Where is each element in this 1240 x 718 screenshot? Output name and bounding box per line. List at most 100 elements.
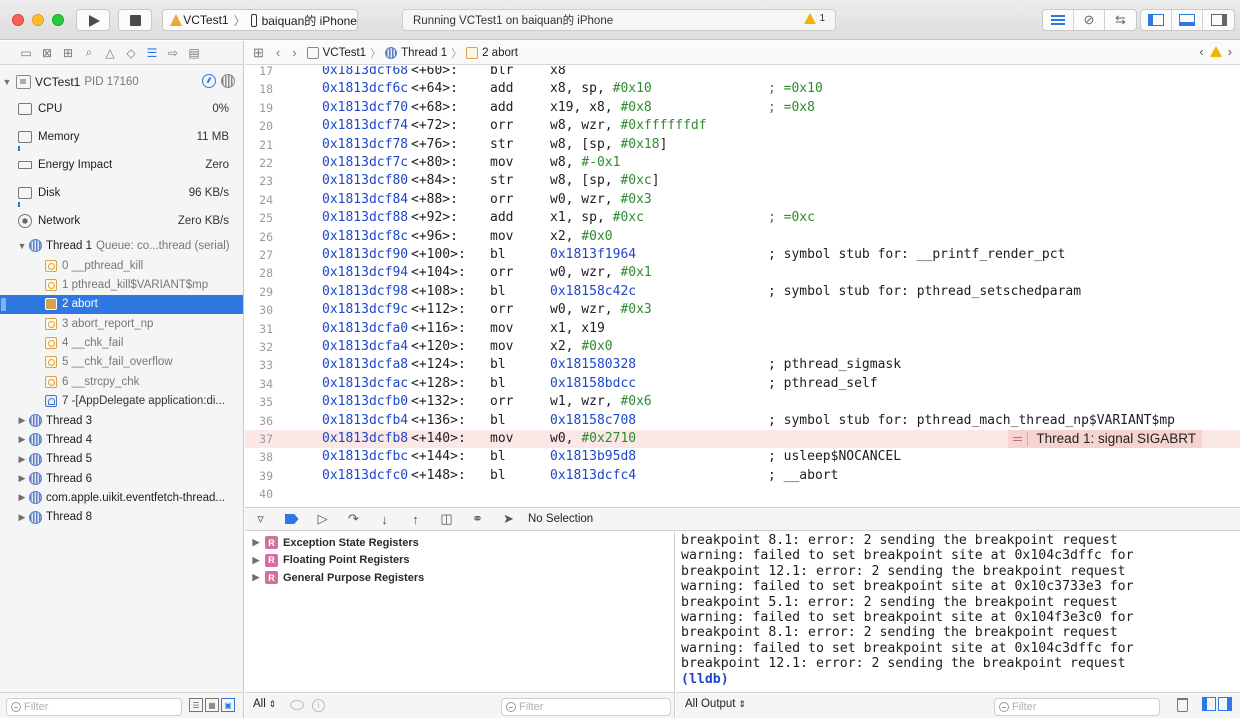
previous-issue-icon[interactable]: ‹ [1199, 44, 1203, 59]
register-group-row[interactable]: ▶ R Floating Point Registers [245, 552, 410, 570]
stack-frame-row[interactable]: 2 abort [0, 294, 243, 314]
thread-row[interactable]: ▶ Thread 6 [0, 469, 243, 488]
thread-row[interactable]: ▶ Thread 4 [0, 430, 243, 449]
back-icon[interactable]: ‹ [276, 45, 280, 60]
disclosure-open-icon[interactable]: ▼ [2, 77, 12, 87]
crash-annotation[interactable]: Thread 1: signal SIGABRT [1008, 430, 1202, 449]
console-output-popup[interactable]: All Output ⇕ [685, 698, 746, 710]
stack-frame-row[interactable]: 6 __strcpy_chk [0, 372, 243, 391]
zoom-window-button[interactable] [52, 14, 64, 26]
console-filter-field[interactable]: Filter [994, 698, 1160, 716]
gauge-row-energy-impact[interactable]: Energy Impact Zero [0, 153, 243, 181]
source-control-tab[interactable]: ⊠ [39, 45, 55, 61]
stop-button[interactable] [118, 9, 152, 31]
disclosure-closed-icon[interactable]: ▶ [251, 572, 261, 583]
issue-navigator-tab[interactable]: △ [102, 45, 118, 61]
operand-part: #0x10 [612, 81, 652, 97]
console-output[interactable]: breakpoint 8.1: error: 2 sending the bre… [676, 532, 1240, 692]
register-icon: R [265, 536, 278, 550]
trash-icon[interactable] [1177, 698, 1188, 712]
close-window-button[interactable] [12, 14, 24, 26]
view-hierarchy-button[interactable]: ◫ [431, 508, 462, 530]
forward-icon[interactable]: › [292, 45, 296, 60]
related-items-icon[interactable]: ⊞ [253, 45, 264, 61]
step-into-button[interactable]: ↓ [369, 508, 400, 530]
version-editor-button[interactable]: ⇆ [1105, 10, 1136, 30]
simulate-location-button[interactable]: ➤ [493, 508, 524, 530]
project-navigator-tab[interactable]: ▭ [18, 45, 34, 61]
stack-frame-row[interactable]: 3 abort_report_np [0, 314, 243, 333]
variables-scope-popup[interactable]: All ⇕ [253, 698, 276, 710]
info-icon[interactable]: i [312, 699, 325, 712]
disclosure-closed-icon[interactable]: ▶ [251, 555, 261, 566]
show-console-icon[interactable] [1218, 697, 1232, 711]
hide-debug-area-button[interactable]: ▿ [245, 508, 276, 530]
line-number: 40 [259, 487, 273, 502]
gauge-row-memory[interactable]: Memory 11 MB [0, 125, 243, 153]
warning-indicator[interactable]: 1 [804, 13, 825, 24]
jump-thread[interactable]: Thread 1 [385, 46, 447, 59]
next-issue-icon[interactable]: › [1228, 44, 1232, 59]
memory-graph-button[interactable]: ⚭ [462, 508, 493, 530]
stack-frame-row[interactable]: 0 __pthread_kill [0, 256, 243, 275]
gauge-clock-icon[interactable] [202, 74, 216, 88]
gauge-row-disk[interactable]: Disk 96 KB/s [0, 181, 243, 209]
find-navigator-tab[interactable]: ⌕ [81, 45, 97, 61]
disassembly-editor[interactable]: 17 0x1813dcf68 <+60>: blr x8 18 0x1813dcf6c <+6… [245, 66, 1240, 506]
register-group-row[interactable]: ▶ R General Purpose Registers [245, 569, 424, 587]
register-group-row[interactable]: ▶ R Exception State Registers [245, 534, 419, 552]
thread-row[interactable]: ▶ Thread 5 [0, 450, 243, 469]
thread-row-thread-1[interactable]: ▼ Thread 1 Queue: co...thread (serial) [0, 236, 243, 255]
step-over-button[interactable]: ↷ [338, 508, 369, 530]
thread-row[interactable]: ▶ com.apple.uikit.eventfetch-thread... [0, 488, 243, 507]
thread-row[interactable]: ▶ Thread 8 [0, 508, 243, 527]
navigator-filter-field[interactable]: Filter [6, 698, 182, 716]
frames-filter-icon[interactable]: ▦ [205, 698, 219, 712]
jump-project[interactable]: VCTest1 [306, 46, 366, 59]
disclosure-open-icon[interactable]: ▼ [17, 241, 27, 251]
stack-frame-row[interactable]: 7 -[AppDelegate application:di... [0, 391, 243, 410]
stack-frame-row[interactable]: 1 pthread_kill$VARIANT$mp [0, 275, 243, 294]
assistant-editor-button[interactable]: ⊘ [1074, 10, 1105, 30]
disclosure-closed-icon[interactable]: ▶ [17, 512, 27, 523]
disclosure-closed-icon[interactable]: ▶ [17, 454, 27, 465]
instruction-comment: ; __abort [768, 467, 839, 483]
utilities-toggle-button[interactable] [1203, 10, 1234, 30]
crashed-threads-filter-icon[interactable]: ☰ [189, 698, 203, 712]
disclosure-closed-icon[interactable]: ▶ [17, 434, 27, 445]
gauge-row-cpu[interactable]: CPU 0% [0, 97, 243, 125]
continue-button[interactable]: ▷ [307, 508, 338, 530]
quick-look-icon[interactable] [290, 700, 304, 710]
version-editor-icon: ⇆ [1115, 12, 1126, 27]
report-navigator-tab[interactable]: ▤ [186, 45, 202, 61]
show-variables-icon[interactable] [1202, 697, 1216, 711]
minimize-window-button[interactable] [32, 14, 44, 26]
instruction-comment: ; =0xc [768, 210, 815, 226]
debug-area-toggle-button[interactable] [1172, 10, 1203, 30]
disclosure-closed-icon[interactable]: ▶ [17, 492, 27, 503]
navigator-toggle-button[interactable] [1141, 10, 1172, 30]
run-button[interactable] [76, 9, 110, 31]
process-row[interactable]: ▼ VCTest1 PID 17160 [0, 72, 243, 91]
stack-frame-selector[interactable]: No Selection [528, 513, 593, 525]
stack-frame-row[interactable]: 5 __chk_fail_overflow [0, 353, 243, 372]
variables-filter-field[interactable]: Filter [501, 698, 671, 716]
symbol-navigator-tab[interactable]: ⊞ [60, 45, 76, 61]
breakpoints-toggle-button[interactable] [276, 508, 307, 530]
scheme-selector[interactable]: VCTest1 〉 baiquan的 iPhone [162, 9, 358, 31]
step-out-button[interactable]: ↑ [400, 508, 431, 530]
lldb-prompt[interactable]: (lldb) [681, 672, 1240, 687]
jump-frame[interactable]: 2 abort [466, 46, 518, 59]
thread-row[interactable]: ▶ Thread 3 [0, 411, 243, 430]
disclosure-closed-icon[interactable]: ▶ [17, 473, 27, 484]
gauge-thread-icon[interactable] [221, 74, 235, 88]
stack-frame-row[interactable]: 4 __chk_fail [0, 333, 243, 352]
disclosure-closed-icon[interactable]: ▶ [17, 415, 27, 426]
breakpoint-navigator-tab[interactable]: ⇨ [165, 45, 181, 61]
disclosure-closed-icon[interactable]: ▶ [251, 537, 261, 548]
test-navigator-tab[interactable]: ◇ [123, 45, 139, 61]
debug-navigator-tab[interactable]: ☰ [144, 45, 160, 61]
standard-editor-button[interactable] [1043, 10, 1074, 30]
process-view-filter-icon[interactable]: ▣ [221, 698, 235, 712]
gauge-row-network[interactable]: Network Zero KB/s [0, 209, 243, 237]
